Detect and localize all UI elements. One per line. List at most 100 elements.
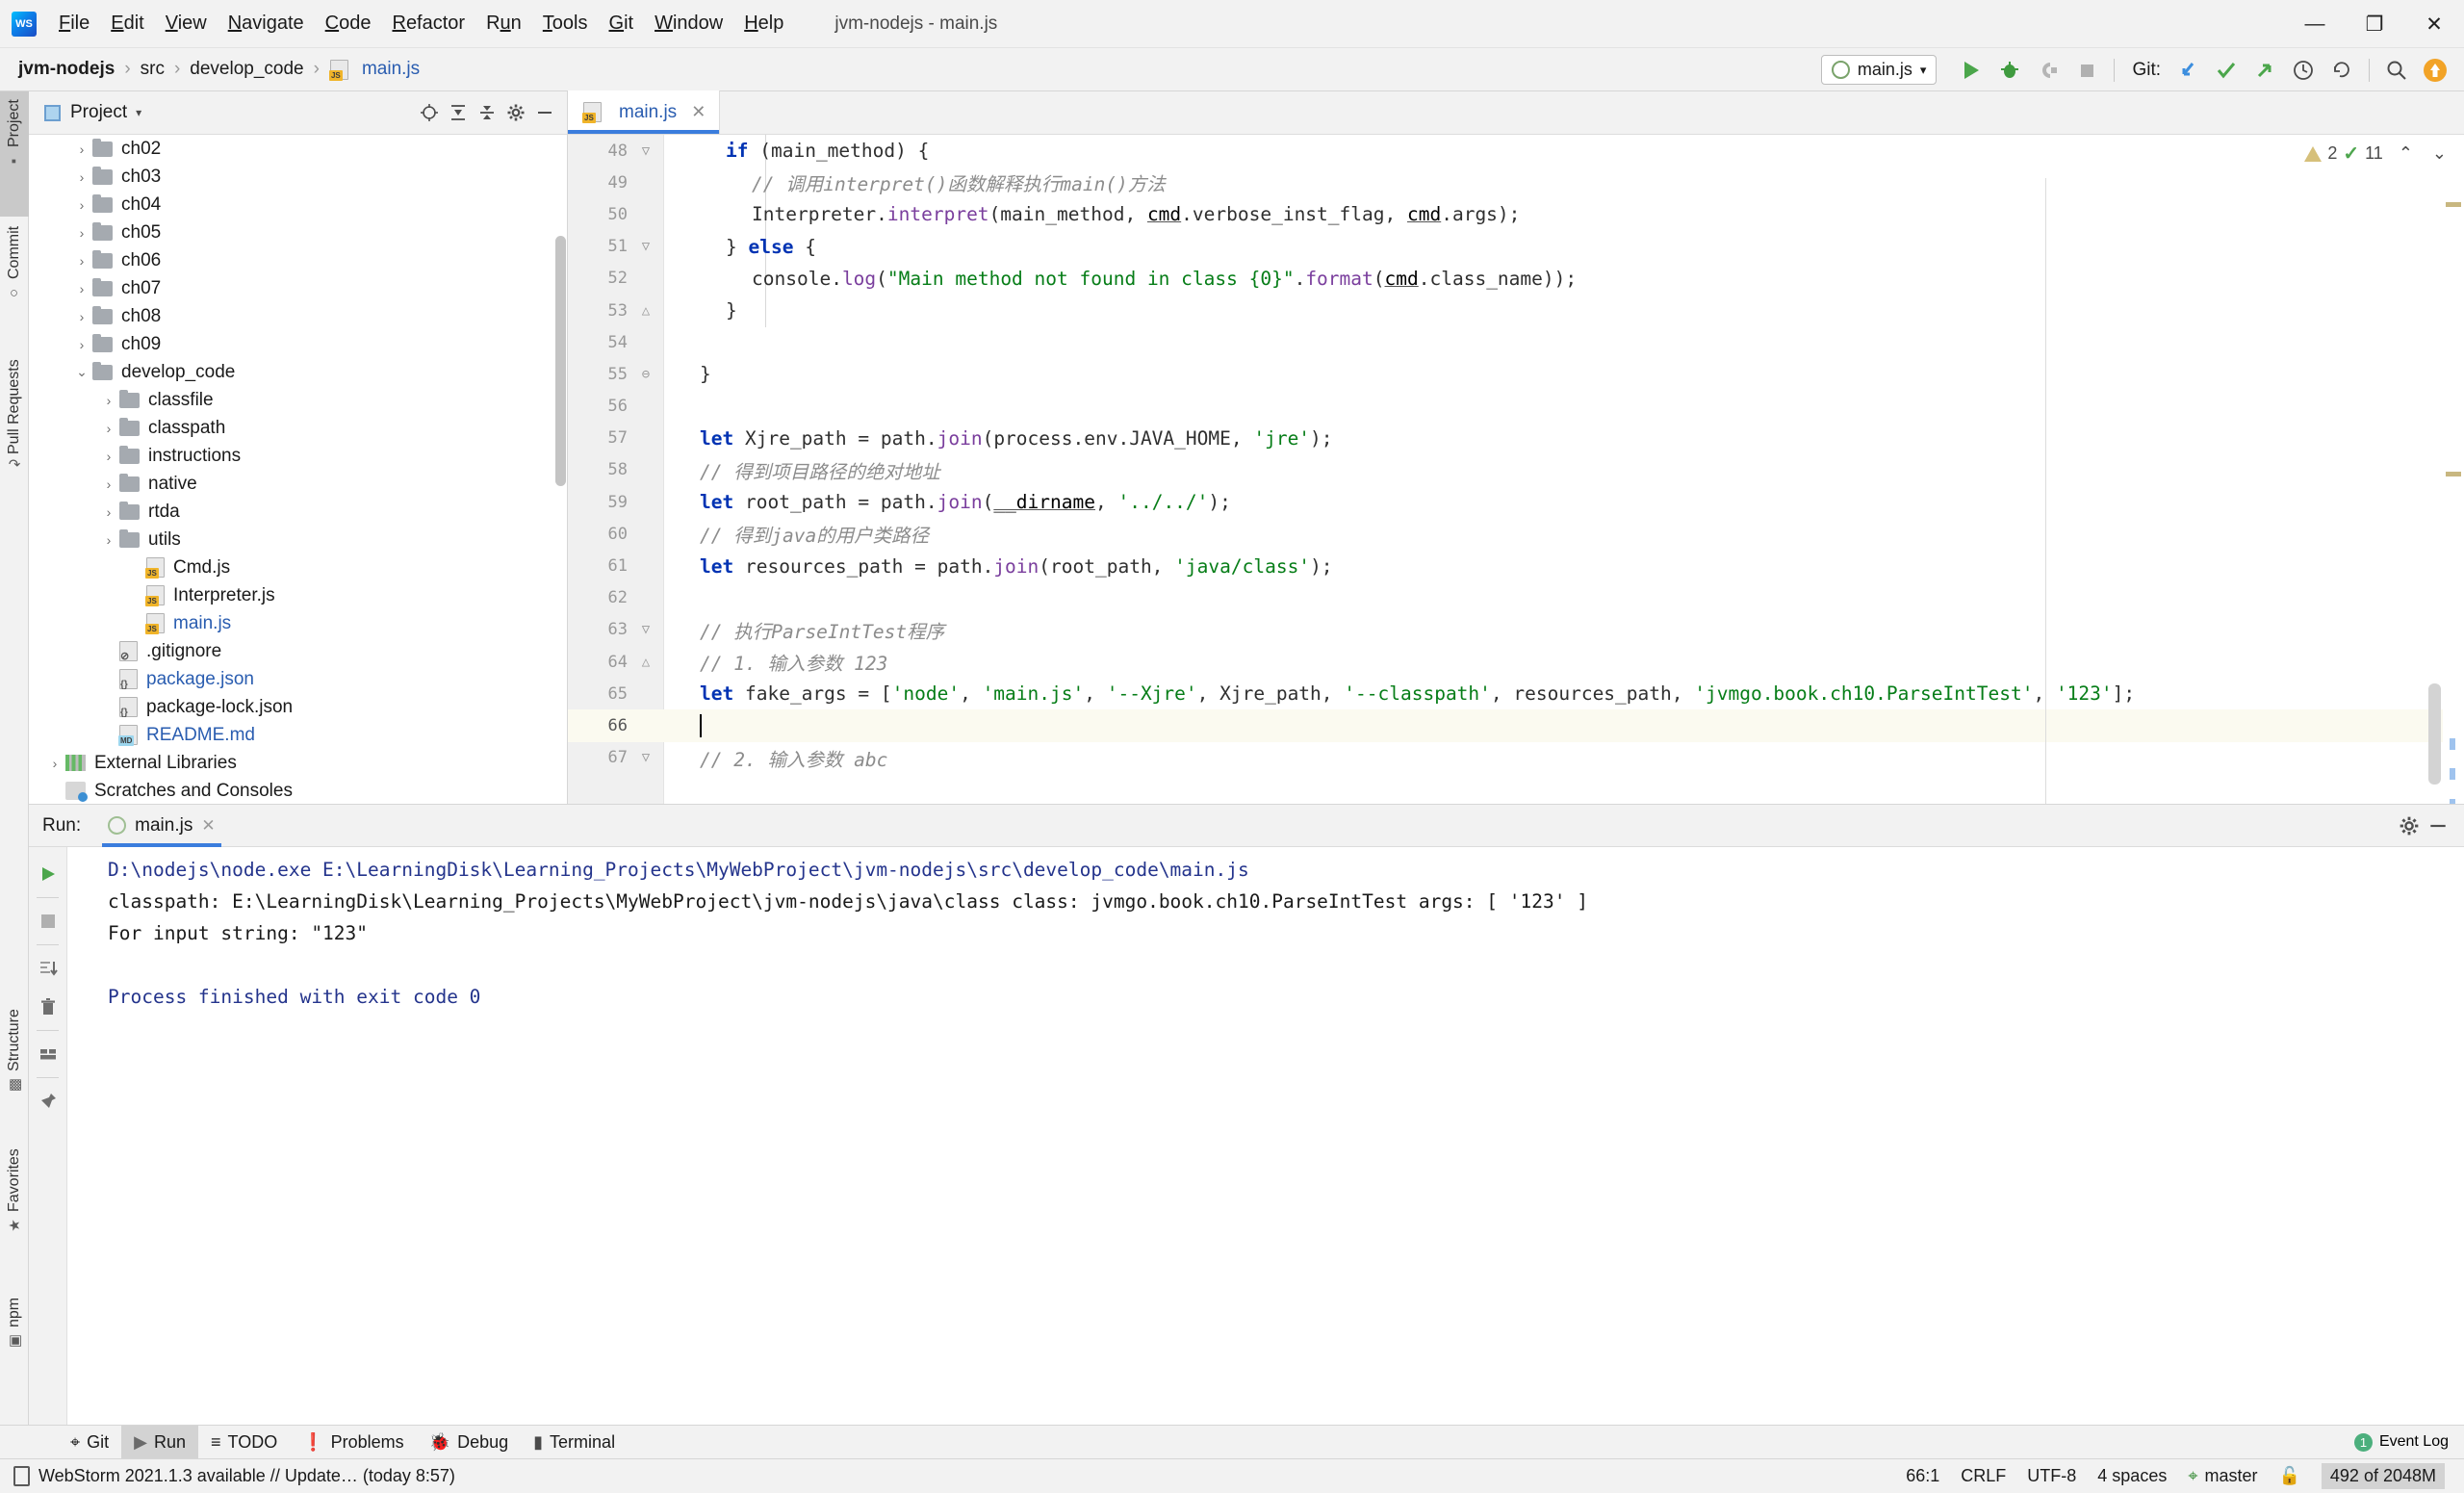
chevron-right-icon[interactable]: › xyxy=(98,532,119,548)
git-branch-label[interactable]: master xyxy=(2204,1466,2257,1486)
toolwindow-run[interactable]: ▶ Run xyxy=(121,1426,198,1459)
git-history-icon[interactable] xyxy=(2287,54,2320,87)
tree-node-ch02[interactable]: ›ch02 xyxy=(29,135,567,163)
code-line-56[interactable]: 56 xyxy=(568,391,2464,423)
memory-indicator[interactable]: 492 of 2048M xyxy=(2322,1463,2445,1489)
run-button[interactable] xyxy=(1955,54,1988,87)
indent-setting[interactable]: 4 spaces xyxy=(2097,1466,2167,1486)
stripe-info-marker[interactable] xyxy=(2450,738,2455,750)
tree-node-ch05[interactable]: ›ch05 xyxy=(29,219,567,246)
scroll-to-end-icon[interactable] xyxy=(29,949,67,988)
chevron-right-icon[interactable]: › xyxy=(98,476,119,492)
file-encoding[interactable]: UTF-8 xyxy=(2027,1466,2076,1486)
code-line-63[interactable]: 63▽// 执行ParseIntTest程序 xyxy=(568,614,2464,646)
menu-tools[interactable]: Tools xyxy=(532,9,599,39)
event-log-area[interactable]: 1 Event Log xyxy=(2354,1433,2464,1452)
tree-node-main-js[interactable]: JSmain.js xyxy=(29,609,567,637)
code-line-48[interactable]: 48▽if (main_method) { xyxy=(568,135,2464,167)
expand-all-icon[interactable] xyxy=(444,98,473,127)
chevron-right-icon[interactable]: › xyxy=(44,756,65,771)
chevron-right-icon[interactable]: › xyxy=(98,421,119,436)
code-line-52[interactable]: 52console.log("Main method not found in … xyxy=(568,263,2464,295)
tree-node-ch06[interactable]: ›ch06 xyxy=(29,246,567,274)
chevron-right-icon[interactable]: › xyxy=(71,142,92,157)
code-line-58[interactable]: 58// 得到项目路径的绝对地址 xyxy=(568,454,2464,486)
git-rollback-icon[interactable] xyxy=(2325,54,2358,87)
update-available-icon[interactable] xyxy=(2419,54,2451,87)
tree-node-utils[interactable]: ›utils xyxy=(29,526,567,553)
hide-panel-icon[interactable] xyxy=(2424,811,2452,840)
menu-run[interactable]: Run xyxy=(475,9,532,39)
code-line-65[interactable]: 65let fake_args = ['node', 'main.js', '-… xyxy=(568,678,2464,709)
editor-tab-mainjs[interactable]: JS main.js ✕ xyxy=(568,90,720,134)
tree-node-readme-md[interactable]: MDREADME.md xyxy=(29,721,567,749)
collapse-all-icon[interactable] xyxy=(473,98,501,127)
sidebar-item-npm[interactable]: ▣ npm xyxy=(0,1290,29,1405)
toolwindow-problems[interactable]: ❗ Problems xyxy=(290,1426,416,1459)
code-lines[interactable]: 48▽if (main_method) {49// 调用interpret()函… xyxy=(568,135,2464,804)
chevron-right-icon[interactable]: › xyxy=(71,169,92,185)
breadcrumb-item-mainjs[interactable]: main.js xyxy=(357,57,424,82)
code-line-53[interactable]: 53△} xyxy=(568,295,2464,326)
debug-button[interactable] xyxy=(1993,54,2026,87)
chevron-right-icon[interactable]: › xyxy=(71,225,92,241)
code-line-57[interactable]: 57let Xjre_path = path.join(process.env.… xyxy=(568,423,2464,454)
chevron-down-icon[interactable]: ⌄ xyxy=(71,364,92,380)
error-stripe-marker-bar[interactable] xyxy=(2443,178,2464,804)
close-icon[interactable]: ✕ xyxy=(2404,0,2464,48)
caret-position[interactable]: 66:1 xyxy=(1906,1466,1939,1486)
chevron-down-icon[interactable]: ▾ xyxy=(136,106,141,119)
code-folding-marker[interactable]: △ xyxy=(628,655,664,670)
line-separator[interactable]: CRLF xyxy=(1961,1466,2006,1486)
code-editor[interactable]: 48▽if (main_method) {49// 调用interpret()函… xyxy=(568,135,2464,804)
code-folding-marker[interactable]: ▽ xyxy=(628,622,664,637)
hide-panel-icon[interactable] xyxy=(530,98,559,127)
tree-node-develop-code[interactable]: ⌄develop_code xyxy=(29,358,567,386)
chevron-right-icon[interactable]: › xyxy=(98,393,119,408)
code-line-51[interactable]: 51▽} else { xyxy=(568,231,2464,263)
menu-view[interactable]: View xyxy=(155,9,218,39)
menu-refactor[interactable]: Refactor xyxy=(381,9,475,39)
git-commit-icon[interactable] xyxy=(2210,54,2243,87)
maximize-icon[interactable]: ❐ xyxy=(2345,0,2404,48)
tree-node-ch08[interactable]: ›ch08 xyxy=(29,302,567,330)
chevron-right-icon[interactable]: › xyxy=(71,309,92,324)
tree-node-ch03[interactable]: ›ch03 xyxy=(29,163,567,191)
sidebar-item-project[interactable]: ▪ Project xyxy=(0,91,29,217)
sidebar-item-structure[interactable]: ▩ Structure xyxy=(0,1001,29,1136)
git-update-project-icon[interactable] xyxy=(2171,54,2204,87)
tree-node-native[interactable]: ›native xyxy=(29,470,567,498)
menu-edit[interactable]: Edit xyxy=(100,9,154,39)
code-line-49[interactable]: 49// 调用interpret()函数解释执行main()方法 xyxy=(568,167,2464,198)
trash-icon[interactable] xyxy=(29,988,67,1026)
run-with-coverage-button[interactable] xyxy=(2032,54,2065,87)
stripe-warning-marker[interactable] xyxy=(2446,472,2461,476)
menu-navigate[interactable]: Navigate xyxy=(218,9,315,39)
chevron-right-icon[interactable]: › xyxy=(71,197,92,213)
toolwindow-git[interactable]: ⌖ Git xyxy=(58,1426,121,1459)
code-line-67[interactable]: 67▽// 2. 输入参数 abc xyxy=(568,742,2464,774)
code-folding-marker[interactable]: △ xyxy=(628,303,664,319)
soft-wrap-icon[interactable] xyxy=(29,1035,67,1073)
console-output[interactable]: D:\nodejs\node.exe E:\LearningDisk\Learn… xyxy=(67,847,2464,1425)
sidebar-item-favorites[interactable]: ★ Favorites xyxy=(0,1141,29,1275)
code-folding-marker[interactable]: ▽ xyxy=(628,143,664,159)
code-line-54[interactable]: 54 xyxy=(568,326,2464,358)
code-folding-marker[interactable]: ▽ xyxy=(628,239,664,254)
stripe-warning-marker[interactable] xyxy=(2446,202,2461,207)
status-message[interactable]: WebStorm 2021.1.3 available // Update… (… xyxy=(38,1466,455,1486)
project-tree[interactable]: ›ch02›ch03›ch04›ch05›ch06›ch07›ch08›ch09… xyxy=(29,135,567,804)
menu-code[interactable]: Code xyxy=(315,9,382,39)
close-run-tab-icon[interactable]: ✕ xyxy=(201,816,215,836)
git-push-icon[interactable] xyxy=(2248,54,2281,87)
tree-node-package-lock-json[interactable]: {}package-lock.json xyxy=(29,693,567,721)
code-line-64[interactable]: 64△// 1. 输入参数 123 xyxy=(568,646,2464,678)
code-line-59[interactable]: 59let root_path = path.join(__dirname, '… xyxy=(568,486,2464,518)
chevron-right-icon[interactable]: › xyxy=(98,504,119,520)
code-line-50[interactable]: 50Interpreter.interpret(main_method, cmd… xyxy=(568,198,2464,230)
chevron-right-icon[interactable]: › xyxy=(71,281,92,296)
breadcrumb-item-develop-code[interactable]: develop_code xyxy=(185,57,308,82)
editor-scrollbar[interactable] xyxy=(2428,683,2441,785)
chevron-right-icon[interactable]: › xyxy=(98,449,119,464)
menu-file[interactable]: FFileile xyxy=(48,9,100,39)
